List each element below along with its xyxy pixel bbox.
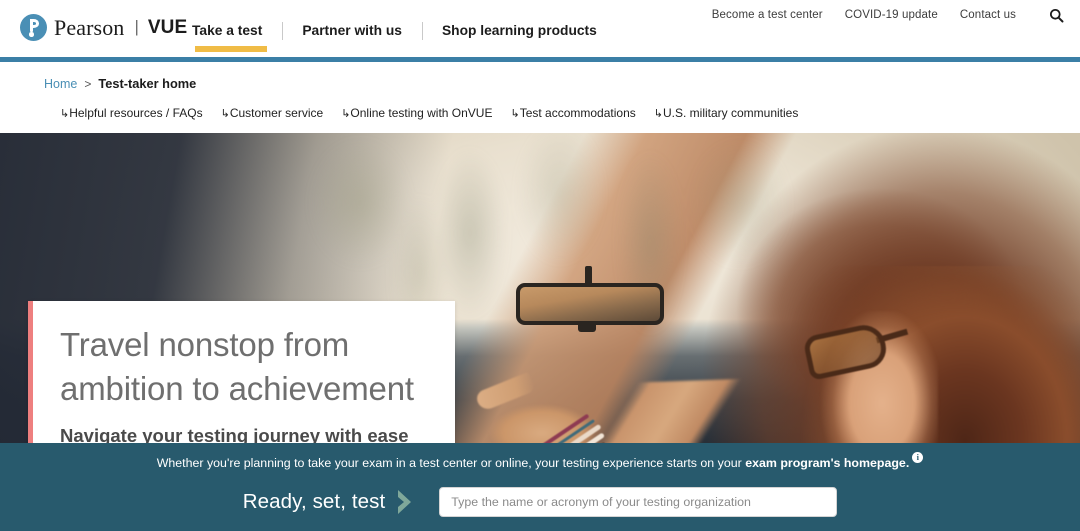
utility-nav: Become a test center COVID-19 update Con… bbox=[712, 5, 1066, 25]
nav-item-partner-with-us[interactable]: Partner with us bbox=[282, 22, 422, 40]
site-header: Pearson | VUE Become a test center COVID… bbox=[0, 0, 1080, 62]
pearson-p-icon bbox=[20, 14, 47, 41]
nav-item-take-a-test[interactable]: Take a test bbox=[186, 22, 282, 40]
corner-arrow-icon: ↳ bbox=[220, 108, 230, 120]
utility-link-become-a-test-center[interactable]: Become a test center bbox=[712, 9, 823, 21]
subnav-item-online-testing-with-onvue[interactable]: ↳ Online testing with OnVUE bbox=[341, 106, 492, 120]
utility-link-contact-us[interactable]: Contact us bbox=[960, 9, 1016, 21]
pearson-vue-logo[interactable]: Pearson | VUE bbox=[20, 14, 187, 41]
subnav-label: Helpful resources / FAQs bbox=[69, 106, 203, 120]
hero-headline: Travel nonstop from ambition to achievem… bbox=[60, 326, 414, 407]
corner-arrow-icon: ↳ bbox=[341, 108, 351, 120]
testing-organization-input[interactable] bbox=[439, 487, 838, 517]
subnav-item-customer-service[interactable]: ↳ Customer service bbox=[221, 106, 324, 120]
band-note-bold: exam program's homepage. bbox=[745, 456, 910, 470]
hero-banner: Travel nonstop from ambition to achievem… bbox=[0, 133, 1080, 443]
subnav-label: Test accommodations bbox=[519, 106, 636, 120]
subnav-item-us-military-communities[interactable]: ↳ U.S. military communities bbox=[654, 106, 799, 120]
main-nav: Take a test Partner with us Shop learnin… bbox=[186, 22, 617, 40]
subnav-label: Online testing with OnVUE bbox=[350, 106, 493, 120]
hero-message-card: Travel nonstop from ambition to achievem… bbox=[28, 301, 455, 443]
breadcrumb-link-home[interactable]: Home bbox=[44, 77, 77, 91]
brand-name: Pearson bbox=[54, 14, 125, 40]
info-icon[interactable]: i bbox=[912, 452, 924, 463]
exam-search-band: Whether you're planning to take your exa… bbox=[0, 443, 1080, 531]
hero-mirror-foot bbox=[578, 323, 596, 332]
band-note: Whether you're planning to take your exa… bbox=[0, 452, 1080, 471]
brand-separator: | bbox=[134, 16, 139, 36]
hero-subheadline: Navigate your testing journey with ease bbox=[60, 424, 409, 443]
utility-link-covid-19-update[interactable]: COVID-19 update bbox=[845, 9, 938, 21]
active-nav-indicator bbox=[195, 46, 267, 52]
subnav: ↳ Helpful resources / FAQs ↳ Customer se… bbox=[60, 106, 798, 120]
subnav-item-helpful-resources-faqs[interactable]: ↳ Helpful resources / FAQs bbox=[60, 106, 203, 120]
rearview-mirror-icon bbox=[516, 283, 664, 325]
subnav-item-test-accommodations[interactable]: ↳ Test accommodations bbox=[510, 106, 635, 120]
band-note-prefix: Whether you're planning to take your exa… bbox=[156, 456, 746, 470]
nav-item-shop-learning-products[interactable]: Shop learning products bbox=[421, 22, 617, 40]
corner-arrow-icon: ↳ bbox=[510, 108, 520, 120]
brand-product: VUE bbox=[147, 16, 188, 38]
breadcrumb-separator: > bbox=[84, 77, 92, 91]
corner-arrow-icon: ↳ bbox=[60, 108, 70, 120]
breadcrumb-current: Test-taker home bbox=[98, 76, 197, 91]
corner-arrow-icon: ↳ bbox=[653, 108, 663, 120]
org-search-row: Ready, set, test bbox=[0, 487, 1080, 517]
subnav-label: U.S. military communities bbox=[662, 106, 799, 120]
chevron-right-icon bbox=[395, 488, 417, 516]
breadcrumb-zone: Home > Test-taker home ↳ Helpful resourc… bbox=[0, 62, 1080, 133]
subnav-label: Customer service bbox=[229, 106, 324, 120]
search-icon[interactable] bbox=[1046, 5, 1066, 25]
breadcrumb: Home > Test-taker home bbox=[44, 76, 196, 91]
page-root: Pearson | VUE Become a test center COVID… bbox=[0, 0, 1080, 531]
ready-set-test-label: Ready, set, test bbox=[242, 490, 386, 513]
